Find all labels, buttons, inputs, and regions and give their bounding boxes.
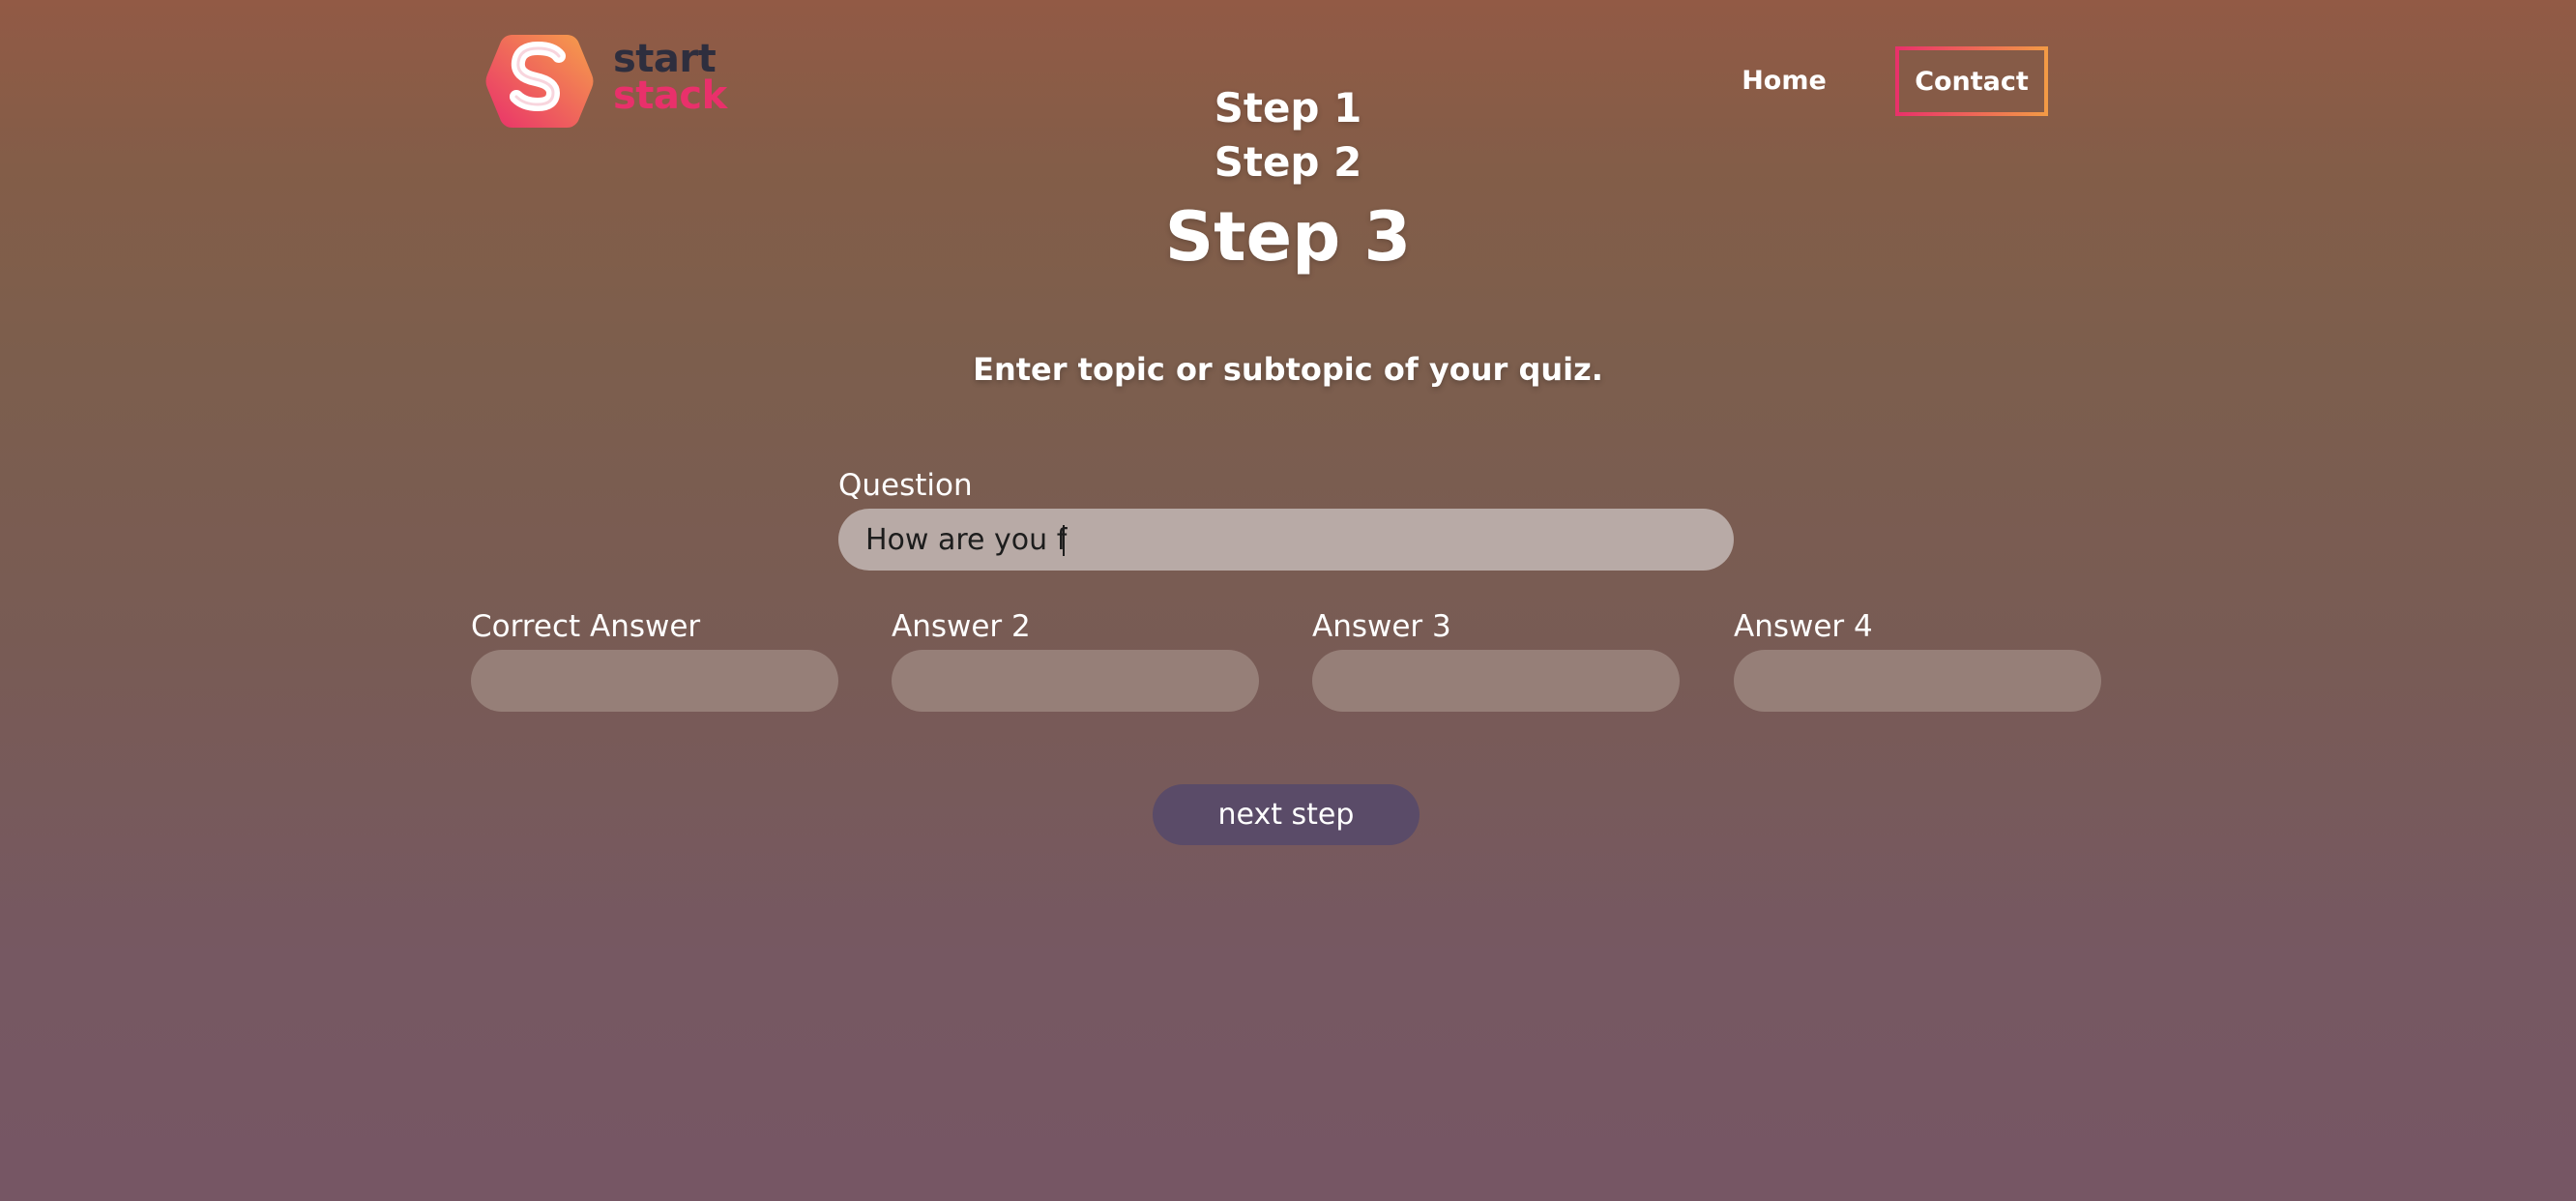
- question-input[interactable]: [838, 509, 1734, 571]
- next-step-button[interactable]: next step: [1153, 784, 1420, 845]
- answer-2-input[interactable]: [892, 650, 1259, 712]
- step-3-heading: Step 3: [1164, 197, 1412, 277]
- correct-answer-label: Correct Answer: [471, 609, 701, 644]
- step-1-heading: Step 1: [1214, 84, 1362, 132]
- answer-3-input[interactable]: [1312, 650, 1680, 712]
- page-instruction: Enter topic or subtopic of your quiz.: [973, 351, 1603, 388]
- correct-answer-input[interactable]: [471, 650, 838, 712]
- answer-2-label: Answer 2: [892, 609, 1031, 644]
- answer-4-input[interactable]: [1734, 650, 2101, 712]
- logo-line-start: start: [613, 37, 717, 81]
- step-2-heading: Step 2: [1214, 138, 1362, 186]
- answer-4-label: Answer 4: [1734, 609, 1873, 644]
- question-label: Question: [838, 468, 973, 503]
- text-caret: [1063, 525, 1065, 556]
- answer-3-label: Answer 3: [1312, 609, 1451, 644]
